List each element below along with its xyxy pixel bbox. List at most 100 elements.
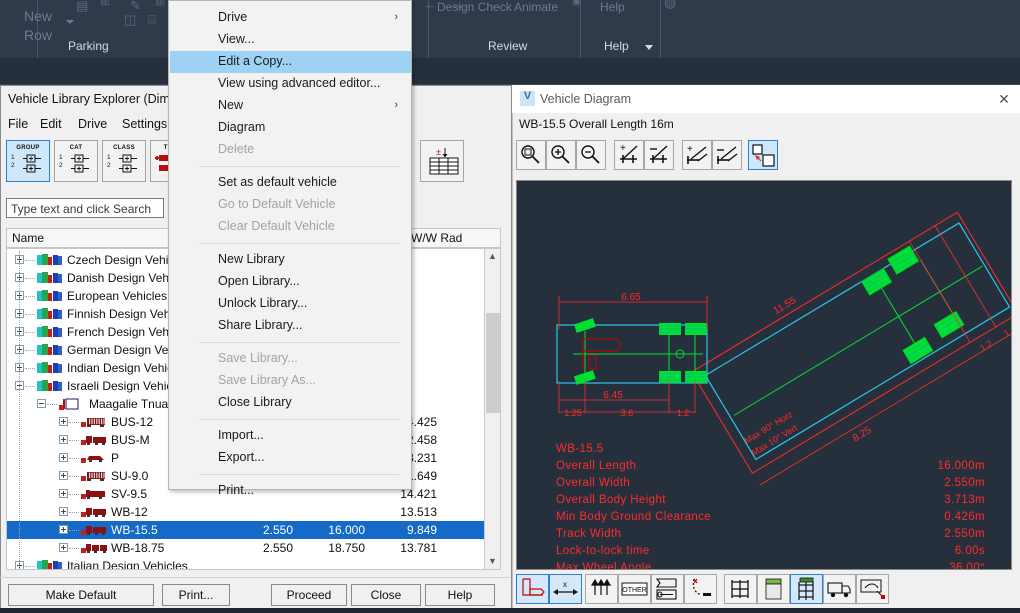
- plan-view-icon[interactable]: [724, 574, 757, 604]
- drive-context-menu[interactable]: Drive › View... Edit a Copy... View using ad…: [168, 0, 412, 497]
- menu-item-new-library[interactable]: New Library: [170, 249, 411, 271]
- menu-item-open-library[interactable]: Open Library...: [170, 271, 411, 293]
- add-trailer-icon[interactable]: +: [682, 140, 712, 170]
- add-axle-icon[interactable]: +: [614, 140, 644, 170]
- expand-icon[interactable]: [59, 471, 68, 480]
- expand-icon[interactable]: [59, 543, 68, 552]
- make-default-button[interactable]: Make Default: [8, 584, 154, 606]
- expand-icon[interactable]: [59, 507, 68, 516]
- ribbon-help-label[interactable]: Help: [600, 0, 625, 14]
- menu-item-close-library[interactable]: Close Library: [170, 392, 411, 414]
- table-row[interactable]: WB-18.75 2.550 18.750 13.781: [7, 539, 485, 557]
- tree-connector: [25, 368, 35, 369]
- chevron-right-icon: ›: [394, 11, 398, 23]
- rear-view-icon[interactable]: [790, 574, 823, 604]
- ribbon-panel-help[interactable]: Help: [604, 39, 629, 53]
- print-button[interactable]: Print...: [162, 584, 230, 606]
- menu-item-drive[interactable]: Drive ›: [170, 7, 411, 29]
- ribbon-panel-parking: Parking: [68, 39, 109, 53]
- row-name: BUS-M: [111, 433, 150, 447]
- ribbon-row-label[interactable]: Row: [24, 27, 52, 43]
- remove-axle-icon[interactable]: [644, 140, 674, 170]
- profile-view-icon[interactable]: [516, 574, 549, 604]
- menu-item-print[interactable]: Print...: [170, 480, 411, 502]
- class-filter-button[interactable]: CLASS 12: [102, 140, 146, 182]
- menu-file[interactable]: File: [8, 117, 28, 131]
- group-filter-button[interactable]: GROUP 12: [6, 140, 50, 182]
- expand-icon[interactable]: [59, 435, 68, 444]
- swept-path-icon[interactable]: [684, 574, 717, 604]
- menu-item-export[interactable]: Export...: [170, 447, 411, 469]
- menu-edit[interactable]: Edit: [40, 117, 62, 131]
- menu-drive[interactable]: Drive: [78, 117, 107, 131]
- table-row[interactable]: WB-15.5 2.550 16.000 9.849: [7, 521, 485, 539]
- body-segments-icon[interactable]: [651, 574, 684, 604]
- menu-item-clear-default-vehicle: Clear Default Vehicle: [170, 216, 411, 238]
- zoom-extents-icon[interactable]: [516, 140, 546, 170]
- cell-length: 18.750: [328, 541, 365, 555]
- menu-item-set-as-default-vehicle[interactable]: Set as default vehicle: [170, 172, 411, 194]
- scroll-down-arrow-icon[interactable]: ▼: [485, 554, 500, 569]
- menu-item-new[interactable]: New ›: [170, 95, 411, 117]
- other-icon[interactable]: OTHER: [618, 574, 651, 604]
- library-icon: [37, 308, 62, 319]
- resize-window-icon[interactable]: [748, 140, 778, 170]
- scrollbar-thumb[interactable]: [486, 313, 500, 413]
- expand-icon[interactable]: [59, 525, 68, 534]
- dimension-x-icon[interactable]: x: [549, 574, 582, 604]
- expand-icon[interactable]: [59, 417, 68, 426]
- zoom-out-icon[interactable]: [576, 140, 606, 170]
- menu-item-view-using-advanced-editor[interactable]: View using advanced editor...: [170, 73, 411, 95]
- vehicle-diagram-canvas[interactable]: 11.55 1.2 1.1 8.25 Max 90° Horz Max 10° …: [516, 180, 1012, 570]
- tree-connector: [69, 476, 79, 477]
- svg-text:3.6: 3.6: [621, 408, 634, 418]
- row-name: P: [111, 451, 120, 465]
- menu-item-edit-a-copy[interactable]: Edit a Copy...: [170, 51, 411, 73]
- column-header-wwrad[interactable]: W/W Rad: [411, 231, 462, 245]
- ribbon-design-check-label[interactable]: Design Check: [437, 0, 512, 14]
- close-icon[interactable]: ✕: [996, 91, 1012, 107]
- column-header-name[interactable]: Name: [12, 231, 44, 245]
- expand-icon[interactable]: [59, 489, 68, 498]
- menu-settings[interactable]: Settings: [122, 117, 167, 131]
- help-button[interactable]: Help: [425, 584, 495, 606]
- menu-separator: [199, 342, 399, 343]
- dialog-divider: [0, 577, 510, 578]
- ribbon-new-label[interactable]: New: [24, 8, 52, 24]
- row-name: BUS-12: [111, 415, 154, 429]
- menu-item-share-library[interactable]: Share Library...: [170, 315, 411, 337]
- new-row-dropdown-arrow-icon[interactable]: [66, 20, 74, 24]
- collapse-icon[interactable]: [37, 399, 46, 408]
- library-icon: [37, 344, 62, 355]
- menu-item-label: Print...: [218, 483, 255, 497]
- units-table-button[interactable]: ±: [420, 140, 464, 182]
- truck3-icon: [81, 544, 107, 553]
- front-view-icon[interactable]: [757, 574, 790, 604]
- ribbon-animate-label[interactable]: Animate: [514, 0, 558, 14]
- table-row[interactable]: Italian Design Vehicles: [7, 557, 485, 569]
- search-placeholder: Type text and click Search: [11, 202, 152, 216]
- zoom-in-icon[interactable]: [546, 140, 576, 170]
- close-button[interactable]: Close: [351, 584, 421, 606]
- menu-item-import[interactable]: Import...: [170, 425, 411, 447]
- menu-item-diagram[interactable]: Diagram: [170, 117, 411, 139]
- remove-trailer-icon[interactable]: [712, 140, 742, 170]
- menu-item-unlock-library[interactable]: Unlock Library...: [170, 293, 411, 315]
- spec-value: 3.713m: [944, 494, 985, 506]
- help-dropdown-arrow-icon[interactable]: [645, 45, 653, 50]
- table-row[interactable]: WB-12 13.513: [7, 503, 485, 521]
- list-vertical-scrollbar[interactable]: ▲ ▼: [484, 248, 501, 570]
- menu-item-label: Open Library...: [218, 274, 300, 288]
- row-icon: [36, 271, 62, 285]
- side-view-icon[interactable]: [823, 574, 856, 604]
- three-arrows-icon[interactable]: [585, 574, 618, 604]
- row-icon: [80, 433, 106, 447]
- annotation-icon[interactable]: [856, 574, 889, 604]
- search-input[interactable]: Type text and click Search: [6, 198, 164, 218]
- spec-value: 0.426m: [944, 511, 985, 523]
- category-filter-button[interactable]: CAT 12: [54, 140, 98, 182]
- expand-icon[interactable]: [59, 453, 68, 462]
- scroll-up-arrow-icon[interactable]: ▲: [485, 249, 500, 264]
- proceed-button[interactable]: Proceed: [271, 584, 347, 606]
- menu-item-view[interactable]: View...: [170, 29, 411, 51]
